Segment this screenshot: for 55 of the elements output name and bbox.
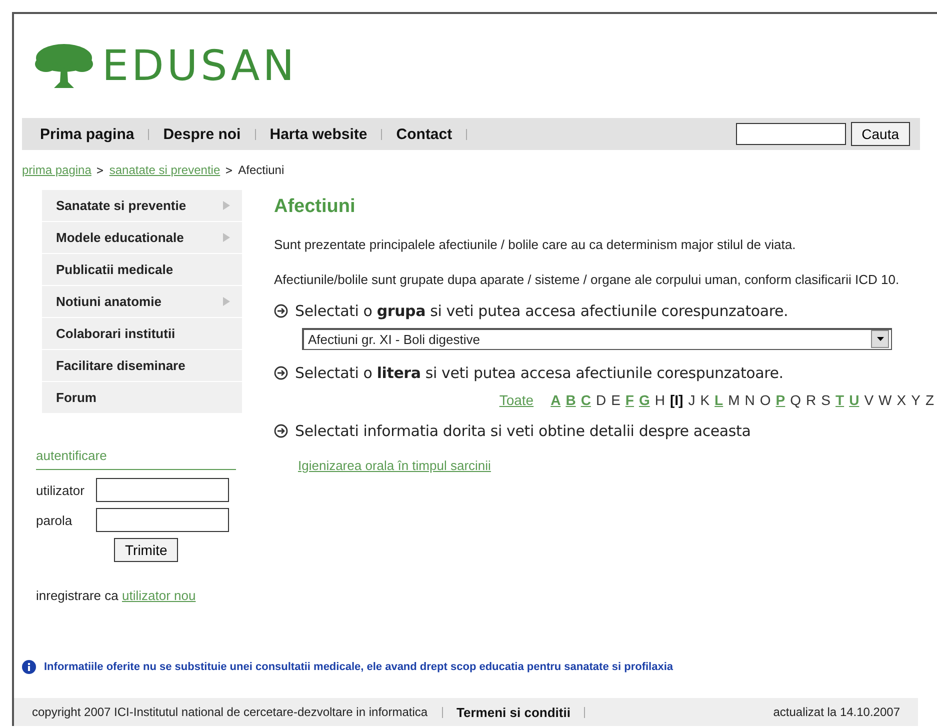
info-icon	[22, 660, 36, 674]
site-logo[interactable]: EDUSAN	[102, 45, 298, 87]
sidebar-menu-item[interactable]: Forum	[42, 382, 242, 414]
sidebar-menu-item[interactable]: Publicatii medicale	[42, 254, 242, 286]
letter: J	[688, 392, 696, 408]
submit-button[interactable]: Trimite	[114, 538, 178, 562]
letter: X	[896, 392, 906, 408]
current-letter: [I]	[670, 392, 684, 408]
disclaimer-text: Informatiile oferite nu se substituie unei consultatii medicale, ele avand drept scop educatia pentru sanatate si profilaxia	[44, 661, 673, 673]
step-instruction: Selectati o litera si veti putea accesa afectiunile corespunzatoare.	[295, 364, 784, 382]
username-label: utilizator	[36, 482, 86, 498]
letter: W	[878, 392, 892, 408]
search-button[interactable]: Cauta	[850, 122, 910, 146]
password-field[interactable]	[96, 508, 229, 532]
username-field[interactable]	[96, 478, 229, 502]
letter: E	[611, 392, 620, 408]
register-text: inregistrare ca utilizator nou	[36, 588, 197, 603]
password-label: parola	[36, 512, 74, 528]
tree-icon	[34, 42, 94, 90]
letter: Q	[790, 392, 802, 408]
sidebar-menu-item[interactable]: Facilitare diseminare	[42, 350, 242, 382]
letter: H	[654, 392, 665, 408]
breadcrumb-current: Afectiuni	[238, 163, 284, 177]
search-field[interactable]	[736, 123, 846, 145]
chevron-icon	[226, 166, 232, 174]
sidebar-menu-item[interactable]: Sanatate si preventie	[42, 190, 242, 222]
nav-link[interactable]: Prima pagina	[40, 126, 134, 142]
letter: M	[728, 392, 740, 408]
letter: N	[744, 392, 755, 408]
page-title: Afectiuni	[274, 196, 356, 218]
caret-icon	[876, 337, 884, 342]
letter: D	[596, 392, 606, 408]
updated-date: actualizat la 14.10.2007	[773, 705, 900, 719]
intro-paragraph: Afectiunile/bolile sunt grupate dupa aparate / sisteme / organe ale corpului uman, conform clasificarii ICD 10.	[274, 272, 900, 288]
letter: Y	[911, 392, 920, 408]
letter: O	[760, 392, 771, 408]
letter: R	[806, 392, 816, 408]
group-dropdown[interactable]: Afectiuni gr. XI - Boli digestive	[302, 328, 892, 350]
sidebar-menu-item[interactable]: Modele educationale	[42, 222, 242, 254]
copyright-text: copyright 2007 ICI-Institutul national de cercetare-dezvoltare in informatica	[32, 705, 428, 719]
nav-link[interactable]: Harta website	[270, 126, 368, 142]
terms-link[interactable]: Termeni si conditii	[456, 704, 570, 720]
sidebar-menu-item[interactable]: Colaborari institutii	[42, 318, 242, 350]
chevron-icon	[97, 166, 104, 174]
nav-link[interactable]: Despre noi	[163, 126, 241, 142]
nav-link[interactable]: Contact	[396, 126, 452, 142]
intro-paragraph: Sunt prezentate principalele afectiunile / bolile care au ca determinism major stilul de viata.	[274, 238, 797, 253]
step-instruction: Selectati o grupa si veti putea accesa afectiunile corespunzatoare.	[295, 302, 788, 320]
sidebar-menu-item[interactable]: Notiuni anatomie	[42, 286, 242, 318]
letter: S	[821, 392, 830, 408]
step-instruction: Selectati informatia dorita si veti obtine detalii despre aceasta	[295, 422, 751, 440]
login-heading: autentificare	[36, 448, 236, 470]
letter: V	[864, 392, 874, 408]
letter: K	[700, 392, 710, 408]
letter: Z	[925, 392, 934, 408]
